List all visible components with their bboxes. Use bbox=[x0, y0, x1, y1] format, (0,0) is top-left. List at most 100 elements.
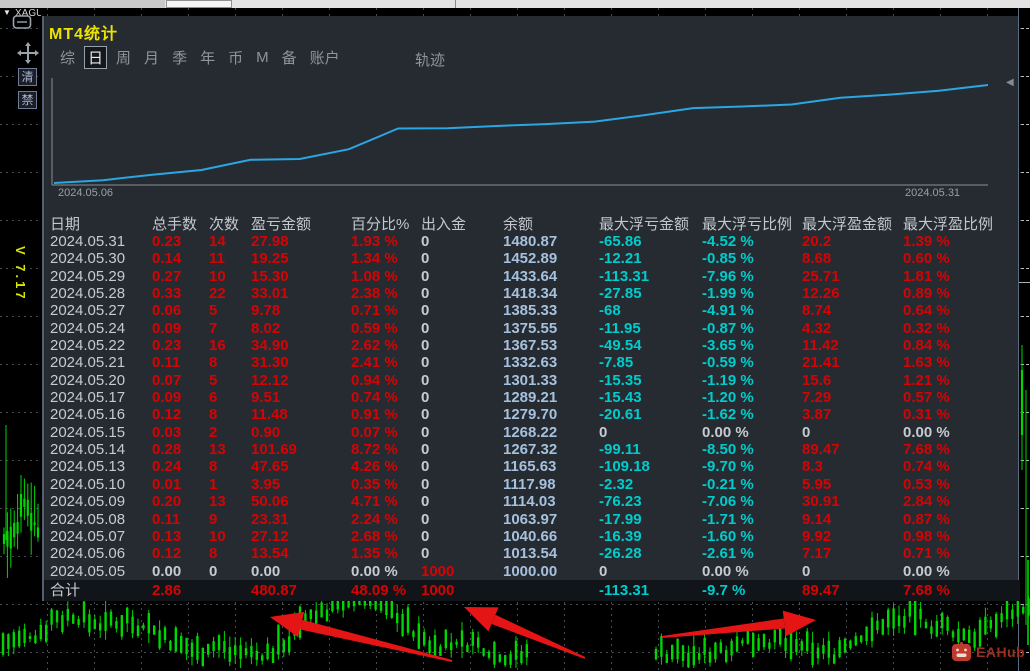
table-cell: 2024.05.05 bbox=[50, 562, 126, 580]
table-cell: 1332.63 bbox=[503, 354, 558, 372]
table-row: 2024.05.20 0.07 5 12.12 0.94 % 0 1301.33 -15.35… bbox=[44, 372, 1020, 389]
table-cell: 3.87 bbox=[802, 406, 832, 424]
table-cell: 2024.05.27 bbox=[50, 302, 126, 320]
table-cell: 0.00 % bbox=[702, 562, 749, 580]
table-cell: 7.29 bbox=[802, 389, 832, 407]
table-cell: 0.00 % bbox=[903, 562, 950, 580]
table-cell: 2.41 % bbox=[351, 354, 398, 372]
table-cell: 9.92 bbox=[802, 527, 832, 545]
table-cell: 0.11 bbox=[152, 510, 181, 528]
column-header: 盈亏金额 bbox=[251, 216, 312, 233]
table-cell: 1268.22 bbox=[503, 423, 558, 441]
menu-item-季[interactable]: 季 bbox=[172, 47, 187, 68]
table-cell: 0 bbox=[421, 371, 430, 389]
table-cell: 0 bbox=[421, 423, 430, 441]
table-row: 2024.05.29 0.27 10 15.30 1.08 % 0 1433.64 -113.… bbox=[44, 268, 1020, 285]
table-row: 2024.05.06 0.12 8 13.54 1.35 % 0 1013.54 -26.28… bbox=[44, 545, 1020, 562]
table-cell: 13 bbox=[209, 493, 226, 511]
table-cell: 5 bbox=[209, 371, 218, 389]
table-cell: -7.85 bbox=[599, 354, 634, 372]
table-cell: 0 bbox=[802, 562, 811, 580]
table-cell: -76.23 bbox=[599, 493, 642, 511]
table-cell: -109.18 bbox=[599, 458, 650, 476]
table-cell: 11.48 bbox=[251, 406, 288, 424]
menu-item-周[interactable]: 周 bbox=[116, 47, 131, 68]
table-cell: 13.54 bbox=[251, 545, 289, 563]
chart-start-date-label: 2024.05.06 bbox=[58, 187, 114, 199]
table-cell: -1.62 % bbox=[702, 406, 754, 424]
table-cell: 0 bbox=[421, 250, 430, 268]
table-cell: 0.33 bbox=[152, 285, 182, 303]
table-cell: 0.91 % bbox=[351, 406, 398, 424]
table-cell: 0.28 bbox=[152, 441, 182, 459]
table-row: 2024.05.16 0.12 8 11.48 0.91 % 0 1279.70 -20.61… bbox=[44, 406, 1020, 423]
table-cell: 0.24 bbox=[152, 458, 182, 476]
table-cell: 2.68 % bbox=[351, 527, 398, 545]
total-cell: -113.31 bbox=[599, 582, 650, 599]
menu-item-备[interactable]: 备 bbox=[282, 47, 297, 68]
table-row: 2024.05.09 0.20 13 50.06 4.71 % 0 1114.03 -76.2… bbox=[44, 493, 1020, 510]
table-cell: 1.81 % bbox=[903, 267, 950, 285]
table-cell: -99.11 bbox=[599, 441, 641, 459]
column-header: 最大浮亏金额 bbox=[599, 216, 690, 233]
menu-item-综[interactable]: 综 bbox=[60, 47, 75, 68]
menu-item-track[interactable]: 轨迹 bbox=[415, 49, 445, 70]
menu-item-币[interactable]: 币 bbox=[228, 47, 243, 68]
table-cell: -0.85 % bbox=[702, 250, 754, 268]
total-cell: 48.09 % bbox=[351, 582, 407, 599]
table-cell: 0.00 % bbox=[702, 423, 749, 441]
table-cell: 2.38 % bbox=[351, 285, 398, 303]
table-cell: -1.60 % bbox=[702, 527, 754, 545]
menu-item-日[interactable]: 日 bbox=[84, 45, 108, 69]
table-cell: 19.25 bbox=[251, 250, 289, 268]
scroll-left-icon[interactable]: ◀ bbox=[1006, 77, 1014, 88]
table-cell: 0.87 % bbox=[903, 510, 950, 528]
table-cell: 8.68 bbox=[802, 250, 832, 268]
table-cell: 5 bbox=[209, 302, 218, 320]
table-cell: 0.71 % bbox=[351, 302, 398, 320]
table-cell: 4.26 % bbox=[351, 458, 398, 476]
table-cell: -2.61 % bbox=[702, 545, 754, 563]
total-cell: 1000 bbox=[421, 582, 455, 599]
table-cell: 0 bbox=[421, 319, 430, 337]
menu-item-账户[interactable]: 账户 bbox=[310, 47, 340, 68]
table-cell: 0.27 bbox=[152, 267, 182, 285]
table-cell: 0 bbox=[421, 302, 430, 320]
table-cell: 1480.87 bbox=[503, 233, 558, 250]
table-cell: 7.68 % bbox=[903, 441, 950, 459]
table-cell: 0.00 bbox=[251, 562, 281, 580]
column-header: 最大浮亏比例 bbox=[702, 216, 793, 233]
table-cell: 1433.64 bbox=[503, 267, 558, 285]
table-row: 2024.05.13 0.24 8 47.65 4.26 % 0 1165.63 -109.1… bbox=[44, 458, 1020, 475]
table-cell: 0 bbox=[421, 510, 430, 528]
menu-item-M[interactable]: M bbox=[256, 49, 269, 66]
table-cell: -1.99 % bbox=[702, 285, 754, 303]
table-cell: 12.26 bbox=[802, 285, 840, 303]
table-cell: 8 bbox=[209, 354, 218, 372]
table-cell: 31.30 bbox=[251, 354, 289, 372]
table-row: 2024.05.24 0.09 7 8.02 0.59 % 0 1375.55 -11.95 -… bbox=[44, 320, 1020, 337]
table-cell: 0 bbox=[421, 458, 430, 476]
table-cell: 50.06 bbox=[251, 493, 289, 511]
table-cell: 0.01 bbox=[152, 475, 182, 493]
table-cell: 0 bbox=[421, 493, 430, 511]
table-cell: 0 bbox=[421, 354, 430, 372]
table-cell: 8.72 % bbox=[351, 441, 398, 459]
table-cell: 1267.32 bbox=[503, 441, 558, 459]
menu-item-月[interactable]: 月 bbox=[144, 47, 159, 68]
menu-item-年[interactable]: 年 bbox=[200, 47, 215, 68]
eahub-logo-text: EAHub bbox=[976, 643, 1026, 660]
table-cell: 0.89 % bbox=[903, 285, 950, 303]
table-row: 2024.05.27 0.06 5 9.78 0.71 % 0 1385.33 -68 -4.9… bbox=[44, 302, 1020, 319]
table-cell: 4.32 bbox=[802, 319, 832, 337]
table-cell: 20.2 bbox=[802, 233, 832, 250]
table-row: 2024.05.22 0.23 16 34.90 2.62 % 0 1367.53 -49.5… bbox=[44, 337, 1020, 354]
table-cell: 4.71 % bbox=[351, 493, 398, 511]
table-cell: 30.91 bbox=[802, 493, 840, 511]
table-cell: 0.74 % bbox=[903, 458, 950, 476]
table-cell: 0.32 % bbox=[903, 319, 950, 337]
column-header: 日期 bbox=[50, 216, 81, 233]
table-cell: 8.02 bbox=[251, 319, 281, 337]
table-cell: -16.39 bbox=[599, 527, 642, 545]
table-cell: 8.3 bbox=[802, 458, 823, 476]
